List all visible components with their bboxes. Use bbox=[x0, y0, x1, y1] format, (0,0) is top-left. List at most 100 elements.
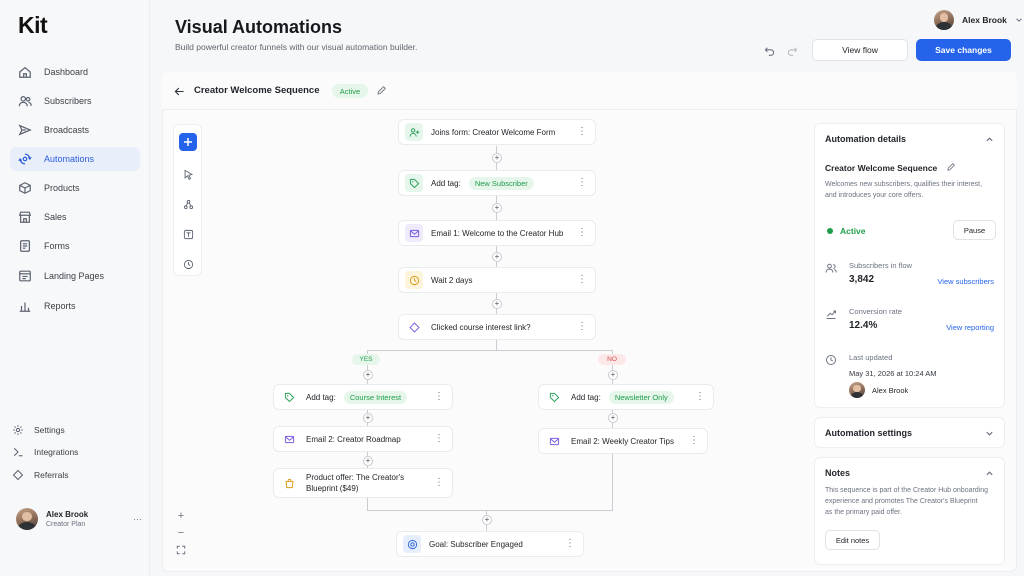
trigger-node[interactable]: Joins form: Creator Welcome Form ⋮ bbox=[398, 119, 596, 145]
user-name: Alex Brook bbox=[46, 510, 89, 519]
description-line: and introduces your core offers. bbox=[825, 192, 924, 199]
kebab-menu-icon[interactable]: ⋮ bbox=[577, 321, 587, 333]
node-label: Wait 2 days bbox=[431, 275, 473, 285]
sidebar-item-label: Referrals bbox=[34, 470, 69, 480]
sidebar-item-forms[interactable]: Forms bbox=[10, 234, 140, 258]
add-tag-node[interactable]: Add tag: New Subscriber ⋮ bbox=[398, 170, 596, 196]
undo-button[interactable] bbox=[760, 41, 778, 59]
tag-badge: Course Interest bbox=[343, 390, 408, 404]
yes-add-tag-node[interactable]: Add tag: Course Interest ⋮ bbox=[273, 384, 453, 410]
wait-node[interactable]: Wait 2 days ⋮ bbox=[398, 267, 596, 293]
sidebar-item-label: Broadcasts bbox=[44, 125, 90, 135]
sidebar-item-settings[interactable]: Settings bbox=[12, 420, 65, 440]
description-line: Welcomes new subscribers, qualifies thei… bbox=[825, 181, 983, 188]
sidebar-item-automations[interactable]: Automations bbox=[10, 147, 140, 171]
tag-icon bbox=[405, 174, 423, 192]
sidebar-item-reports[interactable]: Reports bbox=[10, 294, 140, 318]
sidebar-item-landing-pages[interactable]: Landing Pages bbox=[10, 264, 140, 288]
add-step-plus[interactable]: + bbox=[482, 515, 492, 525]
add-step-plus[interactable]: + bbox=[363, 456, 373, 466]
chart-icon bbox=[19, 302, 31, 312]
add-step-plus[interactable]: + bbox=[363, 413, 373, 423]
yes-email-node[interactable]: Email 2: Creator Roadmap ⋮ bbox=[273, 426, 453, 452]
status-dot bbox=[827, 228, 833, 234]
avatar bbox=[849, 382, 865, 398]
sidebar-item-products[interactable]: Products bbox=[10, 176, 140, 200]
user-card[interactable]: Alex Brook Creator Plan ··· bbox=[16, 508, 142, 530]
no-email-node[interactable]: Email 2: Weekly Creator Tips ⋮ bbox=[538, 428, 708, 454]
status-badge: Active bbox=[332, 84, 368, 98]
view-reporting-link[interactable]: View reporting bbox=[946, 323, 994, 332]
chevron-up-icon[interactable] bbox=[985, 469, 994, 478]
page-title: Visual Automations bbox=[175, 17, 343, 37]
sidebar-item-label: Landing Pages bbox=[44, 271, 105, 281]
zoom-in-button[interactable]: + bbox=[173, 508, 189, 524]
edit-notes-button[interactable]: Edit notes bbox=[825, 530, 880, 550]
add-step-plus[interactable]: + bbox=[492, 299, 502, 309]
automation-settings-panel[interactable]: Automation settings bbox=[814, 417, 1005, 448]
product-offer-node[interactable]: Product offer: The Creator's Blueprint (… bbox=[273, 468, 453, 498]
add-step-plus[interactable]: + bbox=[608, 370, 618, 380]
select-tool[interactable] bbox=[179, 165, 197, 183]
pencil-icon[interactable] bbox=[376, 85, 387, 96]
kebab-menu-icon[interactable]: ⋮ bbox=[577, 126, 587, 138]
pencil-icon[interactable] bbox=[946, 162, 956, 172]
connector-line bbox=[612, 454, 613, 510]
view-subscribers-link[interactable]: View subscribers bbox=[937, 277, 994, 286]
add-step-plus[interactable]: + bbox=[492, 252, 502, 262]
kebab-menu-icon[interactable]: ⋮ bbox=[565, 538, 575, 550]
kebab-menu-icon[interactable]: ⋮ bbox=[577, 274, 587, 286]
condition-node[interactable]: Clicked course interest link? ⋮ bbox=[398, 314, 596, 340]
sidebar-item-sales[interactable]: Sales bbox=[10, 205, 140, 229]
goal-node[interactable]: Goal: Subscriber Engaged ⋮ bbox=[396, 531, 584, 557]
sidebar-item-referrals[interactable]: Referrals bbox=[12, 465, 68, 485]
clock-icon bbox=[826, 355, 836, 365]
kebab-menu-icon[interactable]: ⋮ bbox=[434, 477, 444, 489]
home-icon bbox=[19, 66, 31, 78]
users-icon bbox=[825, 263, 837, 273]
delay-tool[interactable] bbox=[179, 255, 197, 273]
send-icon bbox=[18, 124, 32, 136]
branch-line bbox=[367, 350, 612, 351]
view-flow-button[interactable]: View flow bbox=[812, 39, 908, 61]
app-logo[interactable]: Kit bbox=[18, 12, 48, 39]
add-step-plus[interactable]: + bbox=[363, 370, 373, 380]
trend-icon bbox=[826, 310, 836, 319]
sidebar-item-dashboard[interactable]: Dashboard bbox=[10, 60, 140, 84]
kebab-menu-icon[interactable]: ⋮ bbox=[689, 435, 699, 447]
header-user[interactable]: Alex Brook bbox=[934, 10, 1023, 30]
node-label: Goal: Subscriber Engaged bbox=[429, 539, 523, 549]
email-node[interactable]: Email 1: Welcome to the Creator Hub ⋮ bbox=[398, 220, 596, 246]
kebab-menu-icon[interactable]: ⋮ bbox=[434, 433, 444, 445]
zoom-out-button[interactable]: − bbox=[173, 525, 189, 541]
sidebar-item-label: Automations bbox=[44, 154, 95, 164]
user-plan: Creator Plan bbox=[46, 521, 86, 528]
add-step-plus[interactable]: + bbox=[492, 153, 502, 163]
node-label: Email 1: Welcome to the Creator Hub bbox=[431, 228, 564, 238]
chevron-up-icon[interactable] bbox=[985, 135, 994, 144]
add-step-plus[interactable]: + bbox=[492, 203, 502, 213]
chevron-down-icon bbox=[1016, 18, 1022, 22]
add-step-button[interactable] bbox=[179, 133, 197, 151]
undo-icon bbox=[764, 46, 774, 56]
sidebar-item-broadcasts[interactable]: Broadcasts bbox=[10, 118, 140, 142]
fit-view-button[interactable] bbox=[173, 542, 189, 558]
branch-tool[interactable] bbox=[179, 195, 197, 213]
kebab-menu-icon[interactable]: ⋮ bbox=[434, 391, 444, 403]
text-tool[interactable] bbox=[179, 225, 197, 243]
chevron-down-icon bbox=[986, 431, 993, 436]
kebab-menu-icon[interactable]: ⋮ bbox=[577, 227, 587, 239]
user-menu-button[interactable]: ··· bbox=[133, 514, 142, 524]
save-button[interactable]: Save changes bbox=[916, 39, 1011, 61]
kebab-menu-icon[interactable]: ⋮ bbox=[577, 177, 587, 189]
sidebar-item-integrations[interactable]: Integrations bbox=[12, 442, 78, 462]
add-step-plus[interactable]: + bbox=[608, 413, 618, 423]
pause-button[interactable]: Pause bbox=[953, 220, 996, 240]
sidebar-item-label: Products bbox=[44, 183, 80, 193]
back-arrow-icon[interactable] bbox=[174, 86, 185, 97]
no-add-tag-node[interactable]: Add tag: Newsletter Only ⋮ bbox=[538, 384, 714, 410]
sidebar-item-subscribers[interactable]: Subscribers bbox=[10, 89, 140, 113]
tag-badge: Newsletter Only bbox=[608, 390, 674, 404]
kebab-menu-icon[interactable]: ⋮ bbox=[695, 391, 705, 403]
redo-button[interactable] bbox=[783, 41, 801, 59]
